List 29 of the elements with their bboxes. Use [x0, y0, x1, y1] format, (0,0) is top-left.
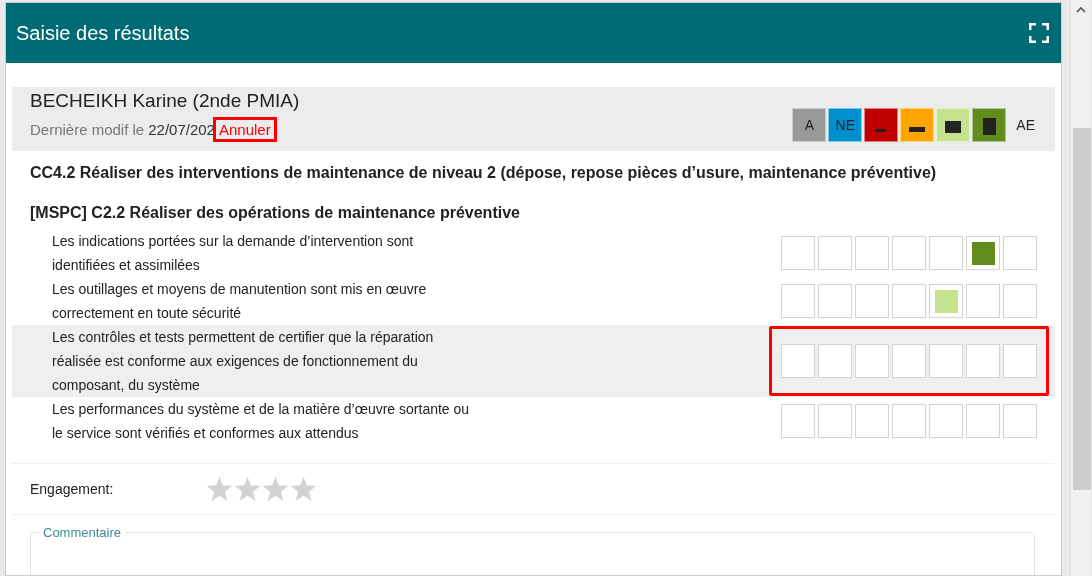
competency-title: CC4.2 Réaliser des interventions de maintenance de niveau 2 (dépose, repose pièces d’usure, maintenance préventive) — [29, 163, 938, 183]
star-icon[interactable] — [206, 476, 233, 502]
criterion-text: Les indications portées sur la demande d’intervention sont identifiées et assimilées — [52, 232, 414, 275]
engagement-label: Engagement: — [30, 481, 115, 497]
skill-title: [MSPC] C2.2 Réaliser des opérations de maintenance préventive — [29, 203, 521, 223]
legend-swatch: NE — [828, 108, 863, 142]
bar-icon — [909, 126, 926, 132]
comment-label: Commentaire — [42, 525, 123, 540]
last-modified-date: 22/07/202 — [148, 121, 215, 138]
criterion-text: Les contrôles et tests permettent de certifier que la réparation réalisée est conforme aux exigences de fonctionnement du composant, du système — [52, 328, 434, 395]
bar-icon — [982, 117, 996, 135]
student-name: BECHEIKH Karine (2nde PMIA) — [30, 90, 300, 112]
cancel-link[interactable]: Annuler — [212, 117, 277, 142]
star-icon[interactable] — [234, 476, 261, 502]
bar-icon — [945, 121, 962, 133]
legend-label: AE — [1016, 117, 1035, 133]
criterion-text: Les outillages et moyens de manutention sont mis en œuvre correctement en toute sécurité — [52, 280, 427, 323]
star-icon[interactable] — [290, 476, 317, 502]
criterion-text: Les performances du système et de la matière d’œuvre sortante ou le service sont vérifiés et conformes aux attendus — [52, 400, 470, 443]
dialog-title: Saisie des résultats — [16, 21, 190, 45]
bar-icon — [876, 128, 887, 132]
rating-box[interactable] — [966, 236, 1000, 270]
comment-field[interactable]: Commentaire — [30, 525, 1035, 575]
fullscreen-icon[interactable] — [1029, 23, 1049, 43]
scrollbar-thumb[interactable] — [1073, 128, 1091, 490]
last-modified-label: Dernière modif le — [30, 121, 145, 138]
star-rating[interactable] — [206, 476, 317, 502]
star-icon[interactable] — [262, 476, 289, 502]
legend-swatch: A — [792, 108, 827, 142]
